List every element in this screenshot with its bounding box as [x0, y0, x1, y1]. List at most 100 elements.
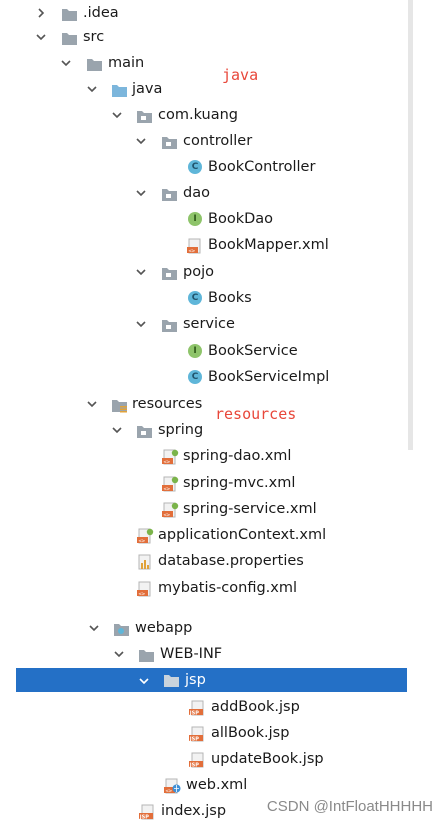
package-icon: [161, 133, 178, 149]
tree-label: BookController: [208, 159, 316, 175]
tree-row-application-context[interactable]: <> applicationContext.xml: [0, 522, 408, 548]
tree-row-mybatis-config[interactable]: <> mybatis-config.xml: [0, 575, 408, 601]
svg-text:<>: <>: [189, 248, 196, 254]
svg-text:<>: <>: [166, 788, 173, 794]
tree-row-books[interactable]: C Books: [0, 285, 408, 311]
jsp-file-icon: JSP: [189, 699, 206, 716]
xml-file-icon: <>: [137, 580, 154, 597]
tree-row-jsp-selected[interactable]: jsp: [16, 668, 407, 692]
tree-row-web-xml[interactable]: <> web.xml: [0, 772, 408, 798]
svg-text:<>: <>: [139, 538, 146, 544]
tree-label: allBook.jsp: [211, 725, 290, 741]
tree-row-main[interactable]: main: [0, 50, 408, 76]
tree-row-src[interactable]: src: [0, 24, 408, 50]
tree-row-spring-dao[interactable]: <> spring-dao.xml: [0, 443, 408, 469]
xml-file-icon: <>: [187, 237, 204, 254]
package-icon: [161, 264, 178, 280]
tree-row-book-mapper[interactable]: <> BookMapper.xml: [0, 232, 408, 258]
folder-icon: [61, 29, 78, 45]
chevron-down-icon[interactable]: [138, 668, 152, 694]
tree-label: spring-dao.xml: [183, 448, 292, 464]
tree-row-add-book[interactable]: JSP addBook.jsp: [0, 694, 408, 720]
tree-row-web-inf[interactable]: WEB-INF: [0, 641, 408, 667]
tree-label: mybatis-config.xml: [158, 580, 298, 596]
vertical-scrollbar[interactable]: [408, 0, 413, 450]
tree-row-dao[interactable]: dao: [0, 180, 408, 206]
tree-row-webapp[interactable]: webapp: [0, 615, 408, 641]
tree-label: BookService: [208, 343, 298, 359]
tree-label: index.jsp: [161, 803, 227, 819]
tree-row-all-book[interactable]: JSP allBook.jsp: [0, 720, 408, 746]
tree-row-spring-service[interactable]: <> spring-service.xml: [0, 496, 408, 522]
tree-row-book-dao[interactable]: I BookDao: [0, 206, 408, 232]
svg-text:<>: <>: [164, 486, 171, 492]
jsp-file-icon: JSP: [189, 725, 206, 742]
tree-label: updateBook.jsp: [211, 751, 324, 767]
package-icon: [161, 185, 178, 201]
tree-row-book-service-impl[interactable]: C BookServiceImpl: [0, 364, 408, 390]
spring-xml-icon: <>: [162, 501, 179, 518]
chevron-right-icon[interactable]: [35, 0, 49, 26]
tree-label: spring: [158, 422, 204, 438]
chevron-down-icon[interactable]: [135, 180, 149, 206]
tree-label: .idea: [83, 5, 119, 21]
tree-label: database.properties: [158, 553, 304, 569]
tree-label: resources: [132, 396, 203, 412]
web-xml-icon: <>: [164, 777, 181, 794]
tree-label: src: [83, 29, 105, 45]
jsp-file-icon: JSP: [189, 751, 206, 768]
class-icon: C: [187, 369, 204, 385]
class-icon: C: [187, 290, 204, 306]
tree-label: jsp: [185, 672, 206, 688]
tree-row-book-service[interactable]: I BookService: [0, 338, 408, 364]
resources-folder-icon: [111, 396, 128, 413]
tree-label: BookMapper.xml: [208, 237, 329, 253]
tree-label: com.kuang: [158, 107, 238, 123]
tree-row-book-controller[interactable]: C BookController: [0, 154, 408, 180]
tree-label: java: [132, 81, 163, 97]
tree-row-controller[interactable]: controller: [0, 128, 408, 154]
chevron-down-icon[interactable]: [88, 615, 102, 641]
web-folder-icon: [113, 620, 130, 636]
svg-text:JSP: JSP: [189, 710, 199, 716]
tree-label: addBook.jsp: [211, 699, 300, 715]
svg-text:JSP: JSP: [189, 736, 199, 742]
chevron-down-icon[interactable]: [135, 259, 149, 285]
svg-text:<>: <>: [164, 459, 171, 465]
chevron-down-icon[interactable]: [86, 76, 100, 102]
tree-row-service[interactable]: service: [0, 311, 408, 337]
tree-label: Books: [208, 290, 252, 306]
tree-row-java[interactable]: java: [0, 76, 408, 102]
tree-row-spring[interactable]: spring: [0, 417, 408, 443]
tree-label: main: [108, 55, 145, 71]
svg-text:JSP: JSP: [139, 814, 149, 820]
folder-icon: [86, 55, 103, 71]
spring-xml-icon: <>: [162, 448, 179, 465]
tree-row-resources[interactable]: resources: [0, 391, 408, 417]
tree-label: applicationContext.xml: [158, 527, 327, 543]
tree-label: webapp: [135, 620, 193, 636]
tree-label: spring-mvc.xml: [183, 475, 296, 491]
tree-row-spring-mvc[interactable]: <> spring-mvc.xml: [0, 470, 408, 496]
chevron-down-icon[interactable]: [60, 50, 74, 76]
tree-row-idea[interactable]: .idea: [0, 0, 408, 26]
chevron-down-icon[interactable]: [35, 24, 49, 50]
spring-xml-icon: <>: [162, 475, 179, 492]
package-icon: [161, 316, 178, 332]
chevron-down-icon[interactable]: [135, 128, 149, 154]
chevron-down-icon[interactable]: [135, 311, 149, 337]
tree-row-database-properties[interactable]: database.properties: [0, 548, 408, 574]
chevron-down-icon[interactable]: [111, 102, 125, 128]
tree-row-update-book[interactable]: JSP updateBook.jsp: [0, 746, 408, 772]
tree-label: WEB-INF: [160, 646, 223, 662]
chevron-down-icon[interactable]: [86, 391, 100, 417]
folder-icon: [138, 646, 155, 662]
chevron-down-icon[interactable]: [113, 641, 127, 667]
folder-icon: [61, 5, 78, 21]
properties-file-icon: [137, 553, 154, 570]
interface-icon: I: [187, 343, 204, 359]
watermark: CSDN @IntFloatHHHHH: [266, 798, 433, 815]
chevron-down-icon[interactable]: [111, 417, 125, 443]
tree-row-pojo[interactable]: pojo: [0, 259, 408, 285]
tree-row-package[interactable]: com.kuang: [0, 102, 408, 128]
